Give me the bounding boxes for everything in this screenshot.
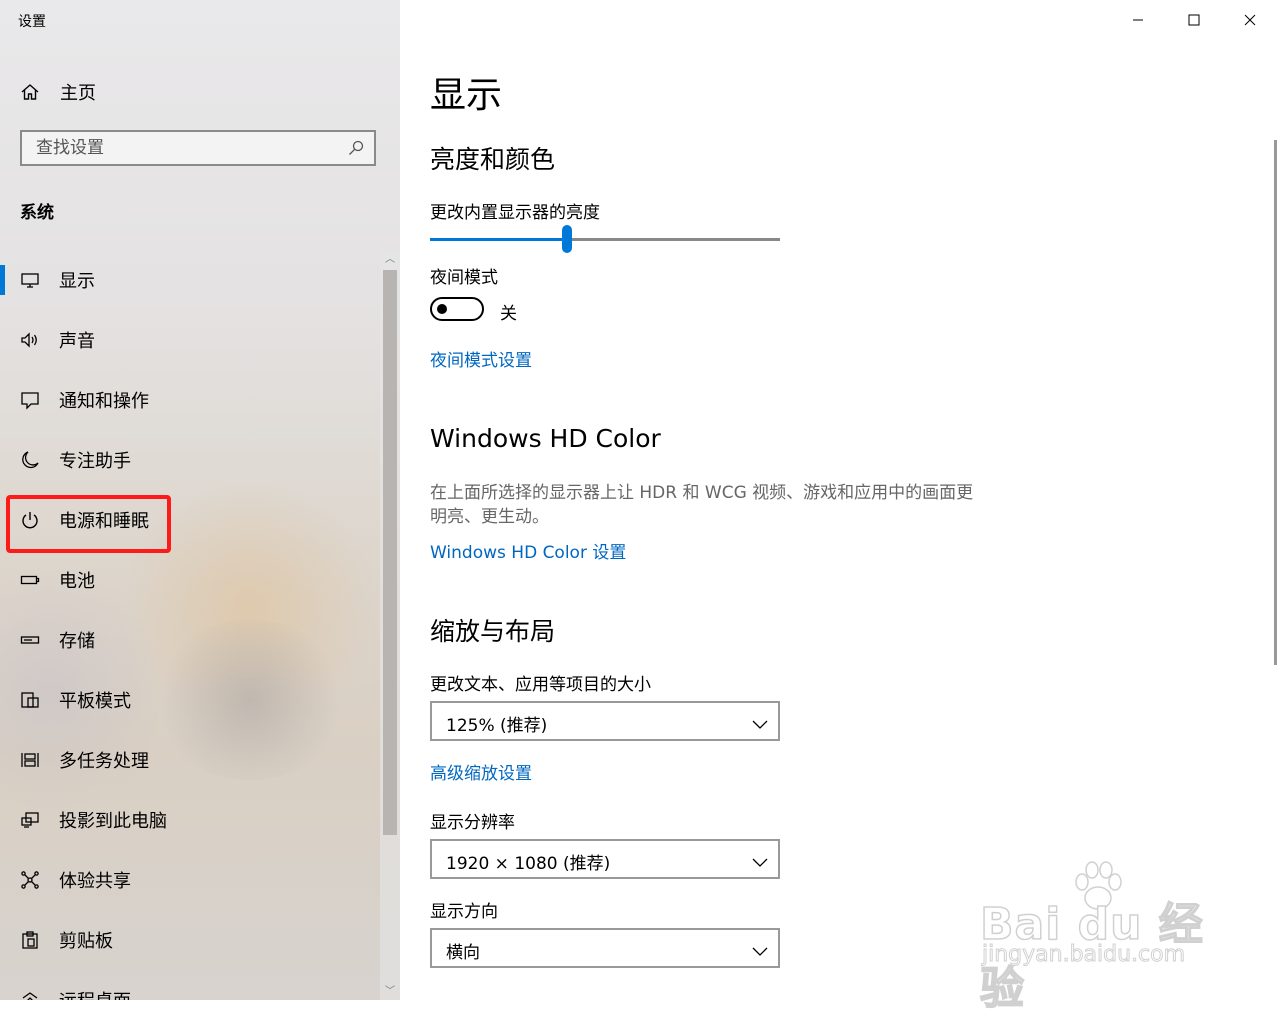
- sidebar-item-label: 投影到此电脑: [59, 811, 167, 832]
- scale-value: 125% (推荐): [446, 716, 548, 736]
- search-box[interactable]: [20, 130, 376, 166]
- minimize-button[interactable]: [1110, 0, 1166, 40]
- sidebar-item-display[interactable]: 显示: [0, 250, 380, 310]
- project-icon: [20, 810, 40, 830]
- search-input[interactable]: [22, 132, 336, 164]
- battery-icon: [20, 570, 40, 590]
- notification-icon: [20, 390, 40, 410]
- chevron-down-icon: [752, 942, 768, 956]
- chevron-down-icon: [752, 715, 768, 729]
- toggle-knob: [437, 304, 447, 314]
- sidebar-item-label: 存储: [59, 631, 95, 652]
- slider-fill: [430, 238, 567, 241]
- close-button[interactable]: [1222, 0, 1278, 40]
- sidebar-item-label: 远程桌面: [59, 987, 131, 1000]
- scale-label: 更改文本、应用等项目的大小: [430, 675, 651, 695]
- sidebar-item-label: 通知和操作: [59, 391, 149, 412]
- orientation-label: 显示方向: [430, 902, 498, 922]
- night-mode-toggle[interactable]: [430, 297, 484, 321]
- main-scrollbar[interactable]: [1274, 140, 1277, 665]
- sidebar-item-project-to-pc[interactable]: 投影到此电脑: [0, 790, 380, 850]
- share-icon: [20, 870, 40, 890]
- minimize-icon: [1132, 11, 1144, 30]
- night-mode-label: 夜间模式: [430, 268, 498, 288]
- home-label: 主页: [60, 83, 96, 104]
- sidebar-item-label: 电池: [59, 571, 95, 592]
- resolution-value: 1920 × 1080 (推荐): [446, 854, 611, 874]
- sidebar: 设置 主页 系统 ︿ ﹀ 显示 声音: [0, 0, 400, 1000]
- scroll-up-icon[interactable]: ︿: [384, 254, 396, 266]
- clipboard-icon: [20, 930, 40, 950]
- sidebar-item-label: 显示: [59, 271, 95, 292]
- app-title: 设置: [18, 14, 46, 30]
- scroll-down-icon[interactable]: ﹀: [384, 986, 396, 998]
- hd-color-settings-link[interactable]: Windows HD Color 设置: [430, 538, 626, 563]
- close-icon: [1244, 11, 1256, 30]
- home-icon: [20, 82, 40, 102]
- section-label-system: 系统: [20, 203, 54, 223]
- sidebar-item-remote-desktop[interactable]: 远程桌面: [0, 970, 380, 1000]
- sidebar-item-label: 专注助手: [59, 451, 131, 472]
- monitor-icon: [20, 270, 40, 290]
- sidebar-item-label: 平板模式: [59, 691, 131, 712]
- scrollbar-thumb[interactable]: [383, 270, 397, 835]
- sidebar-item-tablet-mode[interactable]: 平板模式: [0, 670, 380, 730]
- sidebar-item-multitasking[interactable]: 多任务处理: [0, 730, 380, 790]
- storage-icon: [20, 630, 40, 650]
- maximize-button[interactable]: [1166, 0, 1222, 40]
- page-title: 显示: [430, 75, 503, 116]
- night-mode-settings-link[interactable]: 夜间模式设置: [430, 346, 532, 371]
- scale-dropdown[interactable]: 125% (推荐): [430, 701, 780, 741]
- brightness-slider[interactable]: [430, 225, 780, 253]
- home-link[interactable]: 主页: [20, 78, 96, 106]
- orientation-dropdown[interactable]: 横向: [430, 928, 780, 968]
- baidu-watermark: Bai du 经验 jingyan.baidu.com: [979, 860, 1230, 1015]
- sidebar-item-label: 剪贴板: [59, 931, 113, 952]
- watermark-url: jingyan.baidu.com: [981, 942, 1186, 968]
- sidebar-scrollbar[interactable]: ︿ ﹀: [380, 250, 400, 1000]
- remote-desktop-icon: [20, 990, 40, 1000]
- night-mode-state: 关: [500, 304, 517, 324]
- brightness-label: 更改内置显示器的亮度: [430, 203, 600, 223]
- slider-thumb[interactable]: [562, 225, 572, 253]
- multitask-icon: [20, 750, 40, 770]
- sidebar-item-storage[interactable]: 存储: [0, 610, 380, 670]
- search-icon[interactable]: [348, 140, 364, 156]
- section-heading-hd-color: Windows HD Color: [430, 424, 661, 453]
- sidebar-item-focus-assist[interactable]: 专注助手: [0, 430, 380, 490]
- sidebar-item-label: 体验共享: [59, 871, 131, 892]
- maximize-icon: [1188, 11, 1200, 30]
- tablet-icon: [20, 690, 40, 710]
- section-heading-scale-layout: 缩放与布局: [430, 617, 556, 646]
- resolution-dropdown[interactable]: 1920 × 1080 (推荐): [430, 839, 780, 879]
- hd-color-description: 在上面所选择的显示器上让 HDR 和 WCG 视频、游戏和应用中的画面更明亮、更…: [430, 483, 974, 527]
- sidebar-item-battery[interactable]: 电池: [0, 550, 380, 610]
- advanced-scaling-link[interactable]: 高级缩放设置: [430, 759, 532, 784]
- moon-icon: [20, 450, 40, 470]
- section-heading-brightness: 亮度和颜色: [430, 145, 556, 174]
- sidebar-item-label: 声音: [59, 331, 95, 352]
- resolution-label: 显示分辨率: [430, 813, 515, 833]
- sidebar-item-clipboard[interactable]: 剪贴板: [0, 910, 380, 970]
- chevron-down-icon: [752, 853, 768, 867]
- highlight-annotation: [6, 495, 171, 553]
- speaker-icon: [20, 330, 40, 350]
- sidebar-item-sound[interactable]: 声音: [0, 310, 380, 370]
- sidebar-item-label: 多任务处理: [59, 751, 149, 772]
- orientation-value: 横向: [446, 943, 480, 963]
- sidebar-item-shared-experiences[interactable]: 体验共享: [0, 850, 380, 910]
- sidebar-item-notifications[interactable]: 通知和操作: [0, 370, 380, 430]
